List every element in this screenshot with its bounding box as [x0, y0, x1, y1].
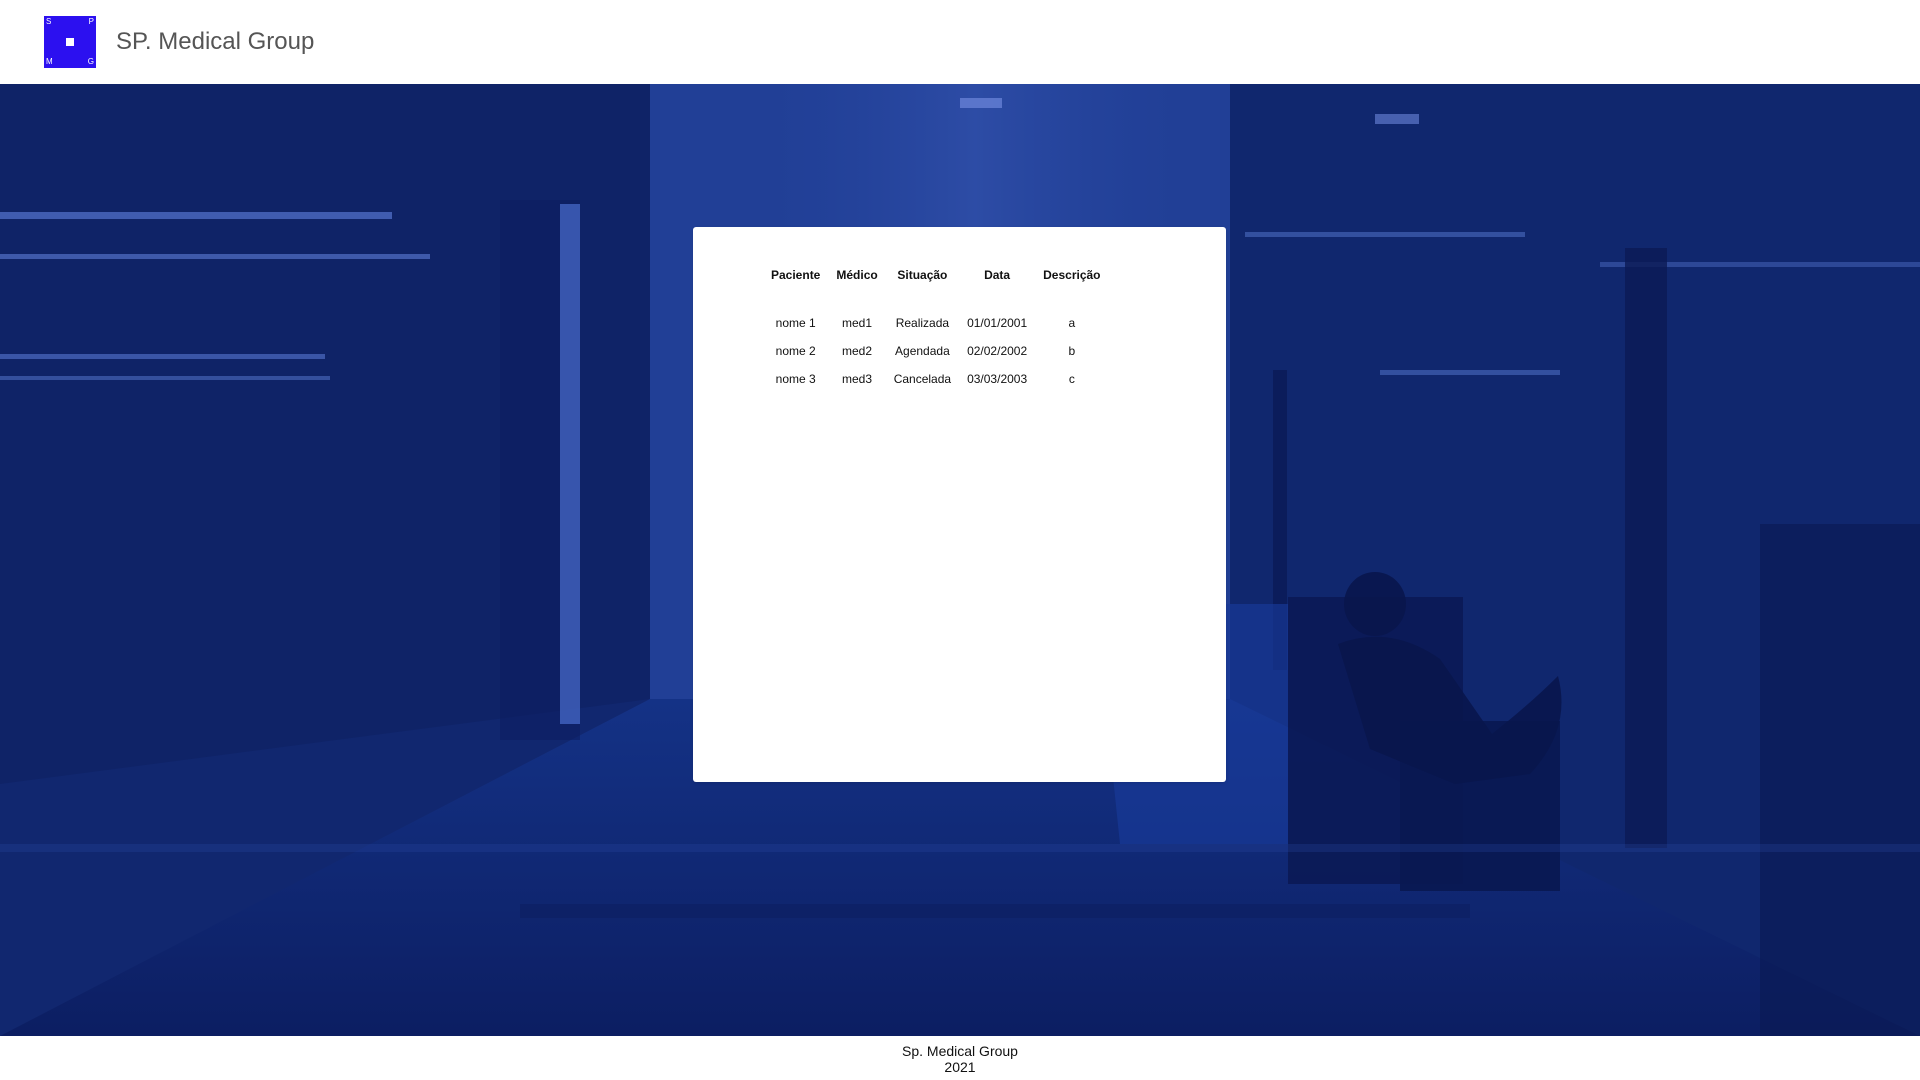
table-header-row: Paciente Médico Situação Data Descrição [763, 265, 1109, 285]
doctor-cell: med2 [842, 344, 873, 358]
logo-letter-m: M [46, 57, 53, 66]
patient-cell: nome 2 [775, 344, 816, 358]
patient-cell: nome 3 [775, 372, 816, 386]
footer-year: 2021 [944, 1059, 976, 1075]
description-cell: a [1068, 316, 1076, 330]
table-row[interactable]: nome 1 med1 Realizada 01/01/2001 a [763, 309, 1109, 337]
date-cell: 01/01/2001 [967, 316, 1028, 330]
date-cell: 03/03/2003 [967, 372, 1028, 386]
column-header-medico: Médico [836, 268, 878, 282]
status-cell: Realizada [895, 316, 950, 330]
column-header-paciente: Paciente [771, 268, 821, 282]
description-cell: c [1068, 372, 1075, 386]
description-cell: b [1068, 344, 1076, 358]
column-header-situacao: Situação [897, 268, 948, 282]
footer-company-name: Sp. Medical Group [902, 1043, 1018, 1059]
page-footer: Sp. Medical Group 2021 [0, 1036, 1920, 1080]
status-cell: Agendada [895, 344, 950, 358]
logo-letter-g: G [87, 57, 94, 66]
column-header-data: Data [984, 268, 1011, 282]
doctor-cell: med3 [842, 372, 873, 386]
table-spacer-row [763, 285, 1109, 309]
appointments-table: Paciente Médico Situação Data Descrição … [763, 265, 1109, 393]
app-title: SP. Medical Group [116, 28, 315, 55]
sp-medical-group-logo[interactable]: S P M G [44, 16, 96, 68]
table-row[interactable]: nome 3 med3 Cancelada 03/03/2003 c [763, 365, 1109, 393]
logo-letter-p: P [88, 17, 94, 26]
top-header: S P M G SP. Medical Group [0, 0, 1920, 84]
column-header-descricao: Descrição [1043, 268, 1101, 282]
table-spacer-cell [763, 285, 1109, 309]
table-row[interactable]: nome 2 med2 Agendada 02/02/2002 b [763, 337, 1109, 365]
status-cell: Cancelada [893, 372, 952, 386]
hospital-background-section: Paciente Médico Situação Data Descrição … [0, 84, 1920, 1036]
date-cell: 02/02/2002 [967, 344, 1028, 358]
doctor-cell: med1 [842, 316, 873, 330]
logo-letter-s: S [46, 17, 52, 26]
logo-center-mark [66, 38, 74, 46]
patient-cell: nome 1 [775, 316, 816, 330]
appointments-panel: Paciente Médico Situação Data Descrição … [693, 227, 1226, 782]
